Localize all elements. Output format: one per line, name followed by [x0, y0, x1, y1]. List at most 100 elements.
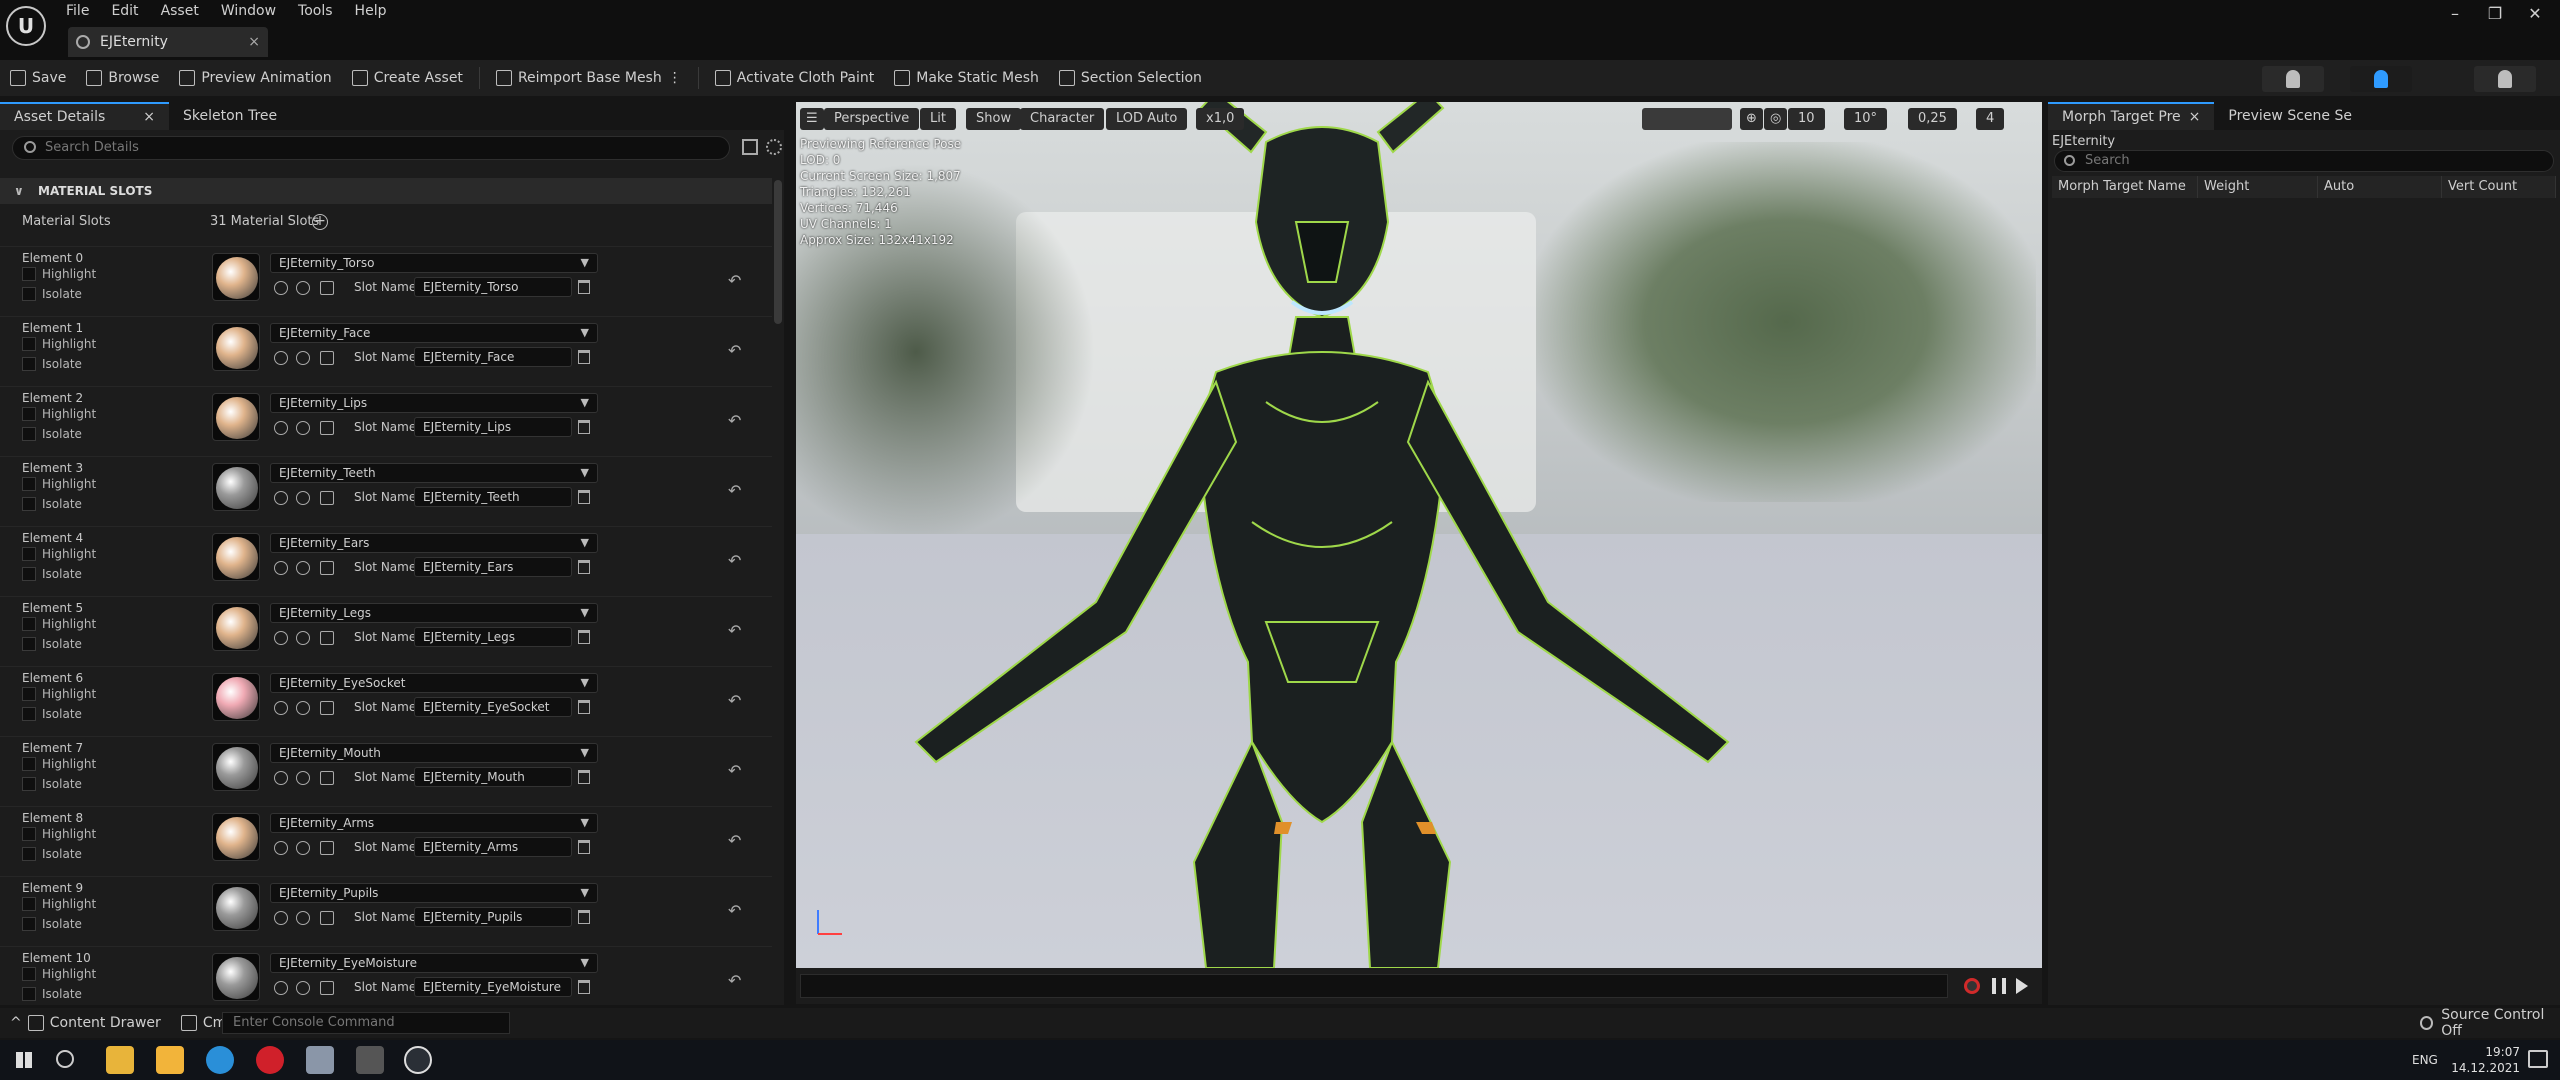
isolate-checkbox[interactable]	[22, 567, 36, 581]
opera-icon[interactable]	[256, 1046, 284, 1074]
record-icon[interactable]	[1964, 978, 1980, 994]
menu-help[interactable]: Help	[355, 0, 387, 22]
trash-icon[interactable]	[578, 840, 590, 854]
unreal-logo-icon[interactable]: U	[6, 6, 46, 46]
trash-icon[interactable]	[578, 770, 590, 784]
trash-icon[interactable]	[578, 980, 590, 994]
back-arrow-icon[interactable]	[274, 351, 288, 365]
material-thumbnail[interactable]	[212, 533, 260, 581]
tab-morph-target-preview[interactable]: Morph Target Pre ×	[2048, 102, 2215, 130]
search-icon[interactable]	[296, 631, 310, 645]
slot-name-input[interactable]: EJEternity_Legs	[414, 627, 572, 647]
skeleton-mode-button[interactable]	[2262, 66, 2324, 92]
highlight-checkbox[interactable]	[22, 547, 36, 561]
back-arrow-icon[interactable]	[274, 771, 288, 785]
highlight-checkbox[interactable]	[22, 897, 36, 911]
material-thumbnail[interactable]	[212, 393, 260, 441]
material-dropdown[interactable]: EJEternity_Teeth ▼	[270, 463, 598, 483]
telegram-icon[interactable]	[206, 1046, 234, 1074]
checker-icon[interactable]	[320, 981, 334, 995]
slot-name-input[interactable]: EJEternity_Arms	[414, 837, 572, 857]
rotation-snap-button[interactable]: 10°	[1844, 108, 1888, 130]
windows-start-icon[interactable]	[10, 1046, 38, 1074]
playback-speed-button[interactable]: x1,0	[1196, 108, 1245, 130]
checker-icon[interactable]	[320, 491, 334, 505]
trash-icon[interactable]	[578, 560, 590, 574]
material-thumbnail[interactable]	[212, 743, 260, 791]
slot-name-input[interactable]: EJEternity_Torso	[414, 277, 572, 297]
back-arrow-icon[interactable]	[274, 281, 288, 295]
trash-icon[interactable]	[578, 280, 590, 294]
material-dropdown[interactable]: EJEternity_Pupils ▼	[270, 883, 598, 903]
isolate-checkbox[interactable]	[22, 497, 36, 511]
checker-icon[interactable]	[320, 911, 334, 925]
highlight-checkbox[interactable]	[22, 827, 36, 841]
close-window-button[interactable]: ✕	[2520, 4, 2550, 26]
material-thumbnail[interactable]	[212, 463, 260, 511]
preview-viewport[interactable]: ☰ Perspective Lit Show Character LOD Aut…	[796, 102, 2042, 968]
slot-name-input[interactable]: EJEternity_Lips	[414, 417, 572, 437]
morph-search-input[interactable]: Search	[2054, 150, 2554, 172]
notification-icon[interactable]	[2528, 1050, 2548, 1068]
material-thumbnail[interactable]	[212, 323, 260, 371]
material-dropdown[interactable]: EJEternity_Legs ▼	[270, 603, 598, 623]
animation-mode-button[interactable]	[2474, 66, 2536, 92]
show-button[interactable]: Show	[966, 108, 1022, 130]
surface-snap-icon[interactable]: ◎	[1764, 108, 1788, 130]
column-morph-target-name[interactable]: Morph Target Name	[2052, 176, 2198, 198]
highlight-checkbox[interactable]	[22, 687, 36, 701]
activate-cloth-paint-button[interactable]: Activate Cloth Paint	[705, 60, 885, 96]
search-icon[interactable]	[296, 491, 310, 505]
tool-icon[interactable]	[356, 1046, 384, 1074]
close-tab-icon[interactable]: ×	[2189, 109, 2201, 125]
column-vert-count[interactable]: Vert Count	[2442, 176, 2556, 198]
reset-arrow-icon[interactable]: ↶	[728, 761, 741, 780]
restore-button[interactable]: ❐	[2480, 4, 2510, 26]
trash-icon[interactable]	[578, 700, 590, 714]
material-thumbnail[interactable]	[212, 953, 260, 1001]
search-icon[interactable]	[296, 281, 310, 295]
search-icon[interactable]	[296, 771, 310, 785]
search-icon[interactable]	[296, 701, 310, 715]
menu-tools[interactable]: Tools	[298, 0, 333, 22]
trash-icon[interactable]	[578, 420, 590, 434]
search-icon[interactable]	[296, 841, 310, 855]
search-icon[interactable]	[296, 421, 310, 435]
content-drawer-button[interactable]: ^ Content Drawer	[0, 1005, 171, 1041]
checker-icon[interactable]	[320, 351, 334, 365]
viewport-menu-button[interactable]: ☰	[800, 108, 824, 130]
material-dropdown[interactable]: EJEternity_Arms ▼	[270, 813, 598, 833]
highlight-checkbox[interactable]	[22, 477, 36, 491]
highlight-checkbox[interactable]	[22, 337, 36, 351]
create-asset-button[interactable]: Create Asset	[342, 60, 473, 96]
transform-tools[interactable]	[1642, 108, 1732, 130]
highlight-checkbox[interactable]	[22, 617, 36, 631]
back-arrow-icon[interactable]	[274, 491, 288, 505]
isolate-checkbox[interactable]	[22, 987, 36, 1001]
store-icon[interactable]	[156, 1046, 184, 1074]
slot-name-input[interactable]: EJEternity_Mouth	[414, 767, 572, 787]
slot-name-input[interactable]: EJEternity_Ears	[414, 557, 572, 577]
menu-file[interactable]: File	[66, 0, 89, 22]
document-tab[interactable]: EJEternity ×	[68, 27, 268, 57]
section-selection-button[interactable]: Section Selection	[1049, 60, 1212, 96]
back-arrow-icon[interactable]	[274, 841, 288, 855]
mesh-mode-button[interactable]	[2350, 66, 2412, 92]
checker-icon[interactable]	[320, 631, 334, 645]
highlight-checkbox[interactable]	[22, 757, 36, 771]
column-auto[interactable]: Auto	[2318, 176, 2442, 198]
search-icon[interactable]	[296, 911, 310, 925]
slot-name-input[interactable]: EJEternity_Teeth	[414, 487, 572, 507]
back-arrow-icon[interactable]	[274, 561, 288, 575]
browse-button[interactable]: Browse	[76, 60, 169, 96]
file-explorer-icon[interactable]	[106, 1046, 134, 1074]
checker-icon[interactable]	[320, 561, 334, 575]
reset-arrow-icon[interactable]: ↶	[728, 901, 741, 920]
more-options-icon[interactable]: ⋮	[668, 70, 682, 86]
world-local-icon[interactable]: ⊕	[1740, 108, 1763, 130]
material-dropdown[interactable]: EJEternity_Mouth ▼	[270, 743, 598, 763]
minimize-button[interactable]: –	[2440, 4, 2470, 26]
reset-arrow-icon[interactable]: ↶	[728, 971, 741, 990]
preview-animation-button[interactable]: Preview Animation	[169, 60, 341, 96]
lit-button[interactable]: Lit	[920, 108, 956, 130]
